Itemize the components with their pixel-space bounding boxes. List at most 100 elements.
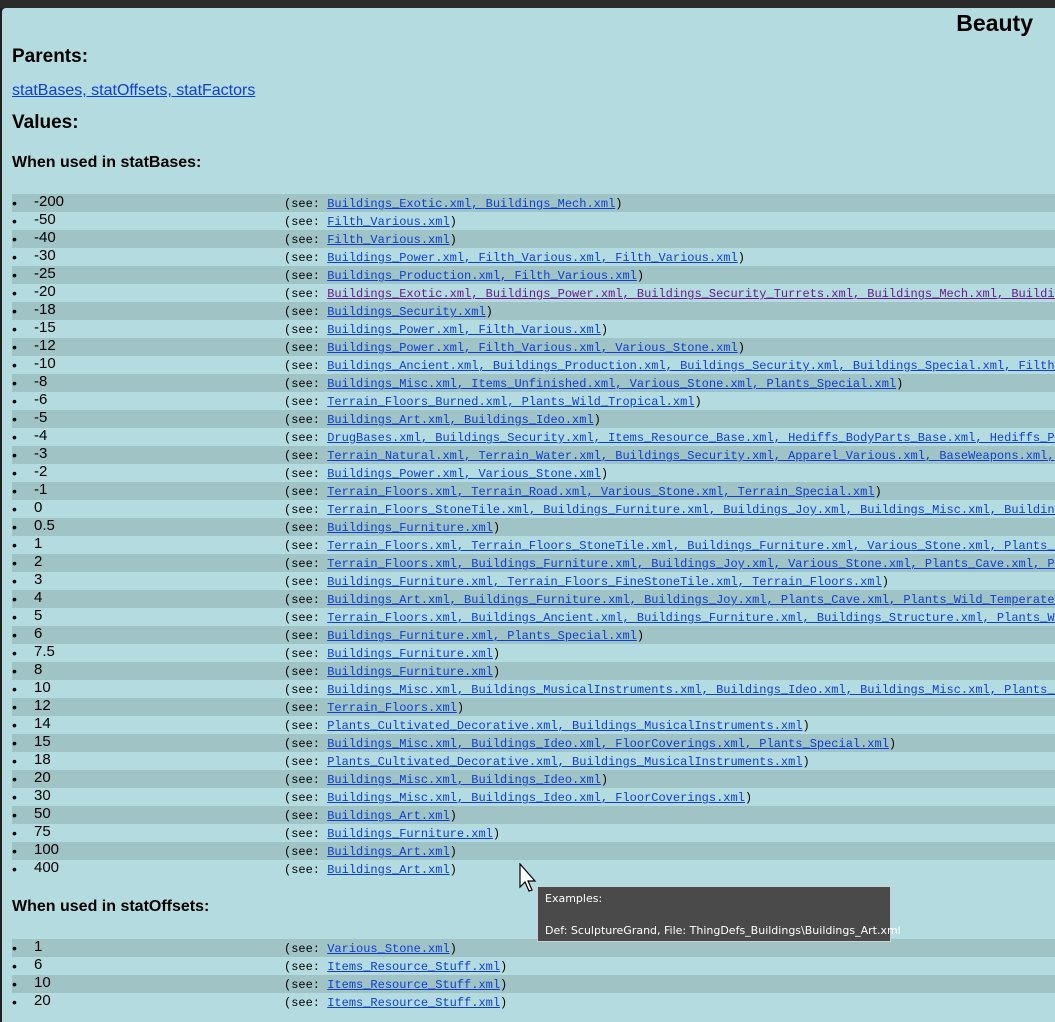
file-links[interactable]: Terrain_Floors.xml, Buildings_Ancient.xm… [327, 611, 1055, 625]
file-links[interactable]: Buildings_Misc.xml, Buildings_Ideo.xml [327, 773, 601, 787]
page-title: Beauty [956, 10, 1033, 36]
file-links[interactable]: Terrain_Floors.xml, Buildings_Furniture.… [327, 557, 1055, 571]
see-reference: (see: Buildings_Power.xml, Filth_Various… [284, 249, 745, 266]
see-open-label: (see: [284, 215, 328, 229]
file-links[interactable]: DrugBases.xml, Buildings_Security.xml, I… [327, 431, 1055, 445]
stat-value: -3 [34, 446, 48, 462]
see-close-label: ) [449, 863, 457, 877]
file-links[interactable]: Buildings_Furniture.xml [327, 647, 493, 661]
file-links[interactable]: Buildings_Ancient.xml, Buildings_Product… [327, 359, 1055, 373]
stat-value: 5 [34, 608, 43, 624]
see-open-label: (see: [284, 701, 328, 715]
bullet: • [12, 699, 17, 715]
file-links[interactable]: Buildings_Art.xml, Buildings_Ideo.xml [327, 413, 593, 427]
file-links[interactable]: Buildings_Power.xml, Filth_Various.xml, … [327, 251, 737, 265]
file-links[interactable]: Plants_Cultivated_Decorative.xml, Buildi… [327, 719, 802, 733]
stat-value: -40 [34, 230, 56, 246]
file-links[interactable]: Buildings_Furniture.xml, Terrain_Floors_… [327, 575, 882, 589]
stat-value: -30 [34, 248, 56, 264]
bullet: • [12, 393, 17, 409]
stat-value: -10 [34, 356, 56, 372]
file-links[interactable]: Buildings_Misc.xml, Buildings_Ideo.xml, … [327, 791, 745, 805]
window-top-bar [0, 0, 1055, 8]
file-links[interactable]: Items_Resource_Stuff.xml [327, 960, 500, 974]
see-close-label: ) [694, 395, 702, 409]
file-links[interactable]: Buildings_Art.xml, Buildings_Furniture.x… [327, 593, 1055, 607]
stat-value: -50 [34, 212, 56, 228]
file-links[interactable]: Buildings_Furniture.xml [327, 827, 493, 841]
value-row: • 100 (see: Buildings_Art.xml) [12, 842, 1055, 860]
file-links[interactable]: Items_Resource_Stuff.xml [327, 996, 500, 1010]
file-links[interactable]: Various_Stone.xml [327, 942, 449, 956]
see-open-label: (see: [284, 791, 328, 805]
bullet: • [12, 321, 17, 337]
bullet: • [12, 753, 17, 769]
see-open-label: (see: [284, 593, 328, 607]
stat-value: 12 [34, 698, 51, 714]
file-links[interactable]: Buildings_Furniture.xml [327, 521, 493, 535]
see-close-label: ) [449, 942, 457, 956]
file-links[interactable]: Buildings_Exotic.xml, Buildings_Power.xm… [327, 287, 1055, 301]
file-links[interactable]: Buildings_Misc.xml, Items_Unfinished.xml… [327, 377, 896, 391]
file-links[interactable]: Buildings_Power.xml, Filth_Various.xml, … [327, 341, 737, 355]
file-links[interactable]: Terrain_Floors_StoneTile.xml, Buildings_… [327, 503, 1055, 517]
see-reference: (see: Terrain_Floors.xml) [284, 699, 464, 716]
bullet: • [12, 940, 17, 956]
file-links[interactable]: Buildings_Security.xml [327, 305, 485, 319]
file-links[interactable]: Terrain_Floors.xml [327, 701, 457, 715]
file-links[interactable]: Filth_Various.xml [327, 215, 449, 229]
see-close-label: ) [636, 269, 645, 283]
see-open-label: (see: [284, 341, 328, 355]
see-open-label: (see: [284, 809, 328, 823]
value-row: • -50 (see: Filth_Various.xml) [12, 212, 1055, 230]
value-row: • 4 (see: Buildings_Art.xml, Buildings_Fur… [12, 590, 1055, 608]
file-links[interactable]: Terrain_Floors.xml, Terrain_Floors_Stone… [327, 539, 1055, 553]
file-links[interactable]: Buildings_Power.xml, Various_Stone.xml [327, 467, 601, 481]
see-close-label: ) [737, 341, 745, 355]
value-row: • -18 (see: Buildings_Security.xml) [12, 302, 1055, 320]
file-links[interactable]: Buildings_Power.xml, Filth_Various.xml [327, 323, 601, 337]
see-open-label: (see: [284, 827, 328, 841]
see-open-label: (see: [284, 395, 328, 409]
file-links[interactable]: Terrain_Floors_Burned.xml, Plants_Wild_T… [327, 395, 694, 409]
see-reference: (see: Items_Resource_Stuff.xml) [284, 994, 507, 1011]
file-links[interactable]: Buildings_Production.xml, Filth_Various.… [327, 269, 637, 283]
bullet: • [12, 825, 17, 841]
file-links[interactable]: Items_Resource_Stuff.xml [327, 978, 500, 992]
see-close-label: ) [492, 521, 501, 535]
see-open-label: (see: [284, 323, 328, 337]
file-links[interactable]: Buildings_Art.xml [327, 809, 449, 823]
value-row: • -4 (see: DrugBases.xml, Buildings_Securi… [12, 428, 1055, 446]
see-reference: (see: Buildings_Furniture.xml, Terrain_F… [284, 573, 889, 590]
file-links[interactable]: Filth_Various.xml [327, 233, 449, 247]
see-close-label: ) [802, 755, 810, 769]
stat-value: 75 [34, 824, 51, 840]
mouse-pointer-icon [519, 863, 537, 892]
see-open-label: (see: [284, 773, 328, 787]
file-links[interactable]: Buildings_Misc.xml, Buildings_Ideo.xml, … [327, 737, 889, 751]
see-open-label: (see: [284, 305, 328, 319]
file-links[interactable]: Buildings_Art.xml [327, 863, 449, 877]
file-links[interactable]: Buildings_Exotic.xml, Buildings_Mech.xml [327, 197, 615, 211]
value-row: • 8 (see: Buildings_Furniture.xml) [12, 662, 1055, 680]
bullet: • [12, 807, 17, 823]
see-close-label: ) [888, 737, 897, 751]
value-row: • -8 (see: Buildings_Misc.xml, Items_Unfin… [12, 374, 1055, 392]
file-links[interactable]: Terrain_Floors.xml, Terrain_Road.xml, Va… [327, 485, 874, 499]
value-row: • 18 (see: Plants_Cultivated_Decorative.xm… [12, 752, 1055, 770]
file-links[interactable]: Buildings_Furniture.xml [327, 665, 493, 679]
see-close-label: ) [456, 701, 465, 715]
file-links[interactable]: Plants_Cultivated_Decorative.xml, Buildi… [327, 755, 802, 769]
file-links[interactable]: Buildings_Misc.xml, Buildings_MusicalIns… [327, 683, 1055, 697]
parents-link[interactable]: statBases, statOffsets, statFactors [12, 82, 255, 99]
file-links[interactable]: Buildings_Furniture.xml, Plants_Special.… [327, 629, 637, 643]
see-open-label: (see: [284, 755, 328, 769]
bullet: • [12, 501, 17, 517]
see-open-label: (see: [284, 629, 328, 643]
file-links[interactable]: Terrain_Natural.xml, Terrain_Water.xml, … [327, 449, 1054, 463]
see-reference: (see: Buildings_Furniture.xml, Plants_Sp… [284, 627, 644, 644]
stat-value: 100 [34, 842, 60, 858]
see-reference: (see: Buildings_Misc.xml, Buildings_Ideo… [284, 789, 752, 806]
file-links[interactable]: Buildings_Art.xml [327, 845, 449, 859]
see-close-label: ) [802, 719, 810, 733]
